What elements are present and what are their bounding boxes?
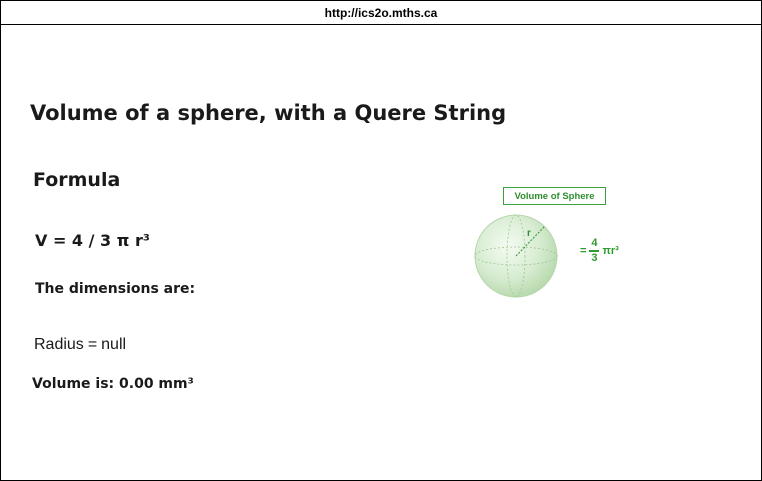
page-title: Volume of a sphere, with a Quere String — [30, 101, 507, 125]
formula-text: V = 4 / 3 π r³ — [35, 231, 150, 250]
sphere-figure: r Volume of Sphere = 4 3 πr³ — [470, 186, 640, 301]
equation-fraction: 4 3 — [589, 237, 600, 264]
url-text: http://ics2o.mths.ca — [324, 5, 438, 20]
equation-equals: = — [580, 244, 587, 257]
radius-value: null — [101, 336, 127, 353]
radius-row: Radius = null — [34, 336, 126, 354]
dimensions-label: The dimensions are: — [35, 281, 196, 297]
figure-equation: = 4 3 πr³ — [580, 238, 619, 264]
figure-label: Volume of Sphere — [503, 187, 606, 205]
fraction-numerator: 4 — [591, 237, 598, 249]
radius-letter: r — [527, 228, 531, 239]
volume-result: Volume is: 0.00 mm³ — [32, 376, 194, 392]
formula-heading: Formula — [33, 169, 121, 191]
equation-tail: πr³ — [602, 244, 619, 257]
url-bar[interactable]: http://ics2o.mths.ca — [1, 1, 761, 25]
radius-equals: = — [87, 336, 98, 353]
fraction-denominator: 3 — [591, 251, 598, 264]
radius-label: Radius — [34, 336, 84, 353]
